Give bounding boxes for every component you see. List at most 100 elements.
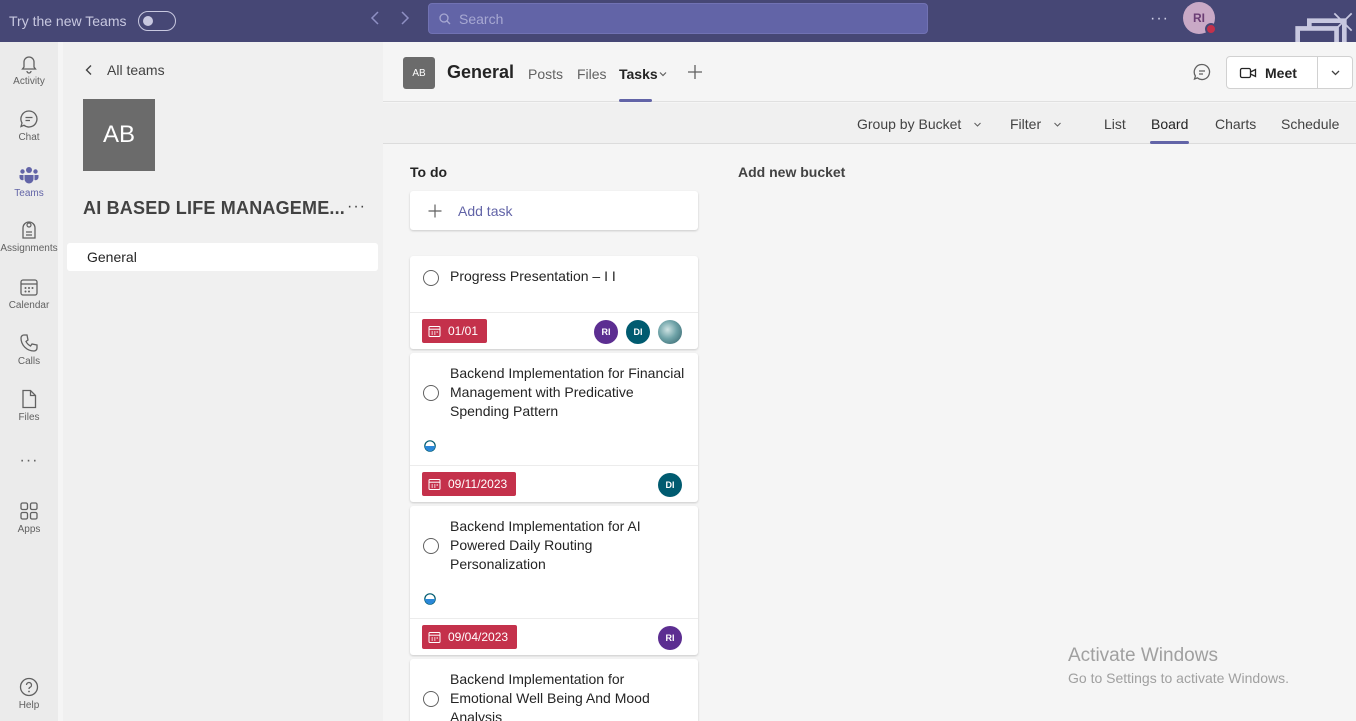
- rail-assignments-label: Assignments: [0, 243, 58, 254]
- view-list[interactable]: List: [1104, 116, 1126, 132]
- filter-dropdown[interactable]: Filter: [1010, 116, 1062, 132]
- assignee-avatar[interactable]: DI: [626, 320, 650, 344]
- due-date-badge: 09/11/2023: [422, 472, 517, 496]
- task-card-footer: 09/04/2023 RI: [410, 618, 698, 655]
- in-progress-icon: [424, 440, 436, 452]
- due-date-badge: 09/04/2023: [422, 625, 518, 649]
- meet-button[interactable]: Meet: [1227, 57, 1319, 88]
- try-new-teams-label: Try the new Teams: [9, 13, 127, 29]
- rail-calendar[interactable]: Calendar: [0, 276, 58, 311]
- bell-icon: [21, 56, 37, 74]
- complete-task-checkbox[interactable]: [423, 538, 439, 554]
- profile-initials: RI: [1193, 11, 1205, 25]
- meet-dropdown-button[interactable]: [1318, 57, 1352, 88]
- search-input[interactable]: Search: [428, 3, 928, 34]
- task-card-footer: 09/11/2023 DI: [410, 465, 698, 502]
- file-icon: [22, 389, 37, 409]
- calendar-icon: [20, 279, 38, 296]
- bucket-title: To do: [410, 164, 448, 180]
- profile-avatar[interactable]: RI: [1183, 2, 1217, 35]
- add-task-label: Add task: [458, 202, 513, 219]
- search-icon: [439, 12, 451, 24]
- assignee-avatar[interactable]: RI: [658, 626, 682, 650]
- task-title: Backend Implementation for AI Powered Da…: [450, 518, 641, 572]
- task-card[interactable]: Progress Presentation – I I 01/01 RI DI: [410, 256, 698, 349]
- rail-files-label: Files: [18, 412, 40, 423]
- rail-calls[interactable]: Calls: [0, 332, 58, 367]
- rail-help[interactable]: Help: [0, 676, 58, 711]
- channel-label: General: [87, 249, 137, 265]
- view-board[interactable]: Board: [1151, 116, 1188, 132]
- team-avatar: AB: [83, 99, 155, 171]
- rail-files[interactable]: Files: [0, 388, 58, 423]
- chevron-left-icon: [85, 65, 92, 75]
- rail-activity[interactable]: Activity: [0, 52, 58, 87]
- task-title: Backend Implementation for Emotional Wel…: [450, 671, 650, 721]
- forward-arrow-icon[interactable]: [396, 8, 414, 28]
- search-placeholder: Search: [459, 10, 504, 27]
- task-card-footer: 01/01 RI DI: [410, 312, 698, 349]
- chevron-down-icon: [974, 122, 982, 127]
- chevron-down-icon: [1331, 70, 1340, 76]
- settings-more-button[interactable]: ···: [1150, 10, 1169, 28]
- assignee-photo-avatar[interactable]: [658, 320, 682, 344]
- add-task-button[interactable]: Add task: [410, 191, 698, 230]
- watermark-subtitle: Go to Settings to activate Windows.: [1068, 670, 1289, 686]
- all-teams-link[interactable]: All teams: [83, 62, 165, 78]
- add-tab-icon[interactable]: [686, 63, 704, 81]
- task-card[interactable]: Backend Implementation for Emotional Wel…: [410, 659, 698, 721]
- task-card[interactable]: Backend Implementation for Financial Man…: [410, 353, 698, 502]
- complete-task-checkbox[interactable]: [423, 270, 439, 286]
- task-title: Backend Implementation for Financial Man…: [450, 365, 685, 419]
- new-teams-toggle[interactable]: [137, 11, 176, 31]
- group-by-label: Group by Bucket: [857, 116, 962, 132]
- rail-apps[interactable]: Apps: [0, 500, 58, 535]
- due-date-badge: 01/01: [422, 319, 488, 343]
- assignee-avatar[interactable]: DI: [658, 473, 682, 497]
- board-toolbar: Group by Bucket Filter List Board Charts…: [383, 103, 1356, 144]
- add-new-bucket-button[interactable]: Add new bucket: [738, 164, 845, 180]
- tab-tasks[interactable]: Tasks: [619, 66, 658, 82]
- complete-task-checkbox[interactable]: [423, 385, 439, 401]
- app-rail: Activity Chat Teams Assignments Calendar…: [0, 42, 58, 721]
- in-progress-icon: [424, 593, 436, 605]
- tab-files[interactable]: Files: [577, 66, 607, 82]
- due-date: 01/01: [448, 324, 479, 338]
- team-more-options-button[interactable]: ···: [347, 198, 366, 216]
- conversation-icon[interactable]: [1192, 62, 1212, 82]
- rail-activity-label: Activity: [13, 76, 45, 87]
- rail-teams-label: Teams: [14, 188, 44, 199]
- due-date: 09/11/2023: [448, 477, 508, 491]
- chevron-down-icon[interactable]: [658, 69, 668, 79]
- channel-item-general[interactable]: General: [67, 243, 378, 271]
- tab-posts[interactable]: Posts: [528, 66, 563, 82]
- rail-apps-label: Apps: [17, 524, 41, 535]
- rail-assignments[interactable]: Assignments: [0, 219, 58, 254]
- view-schedule[interactable]: Schedule: [1281, 116, 1339, 132]
- rail-chat[interactable]: Chat: [0, 108, 58, 143]
- rail-calendar-label: Calendar: [8, 300, 50, 311]
- close-icon[interactable]: [1330, 9, 1356, 35]
- back-arrow-icon[interactable]: [366, 8, 384, 28]
- rail-calls-label: Calls: [17, 356, 41, 367]
- task-title: Progress Presentation – I I: [450, 268, 616, 284]
- task-card[interactable]: Backend Implementation for AI Powered Da…: [410, 506, 698, 655]
- calendar-icon: [428, 478, 441, 490]
- calendar-icon: [428, 325, 441, 337]
- team-name: AI BASED LIFE MANAGEME...: [83, 198, 346, 218]
- meet-label: Meet: [1265, 64, 1297, 81]
- history-nav: [366, 8, 414, 28]
- rail-more-apps[interactable]: ···: [0, 452, 58, 470]
- chevron-down-icon: [1054, 122, 1062, 127]
- rail-teams[interactable]: Teams: [0, 164, 58, 199]
- activate-windows-watermark: Activate Windows Go to Settings to activ…: [1068, 645, 1289, 686]
- rail-help-label: Help: [18, 700, 40, 711]
- presence-indicator: [1205, 23, 1217, 35]
- watermark-title: Activate Windows: [1068, 645, 1218, 666]
- more-apps-dots: ···: [19, 452, 39, 469]
- complete-task-checkbox[interactable]: [423, 691, 439, 707]
- group-by-dropdown[interactable]: Group by Bucket: [857, 116, 982, 132]
- active-tab-indicator: [619, 99, 652, 102]
- assignee-avatar[interactable]: RI: [594, 320, 618, 344]
- view-charts[interactable]: Charts: [1215, 116, 1256, 132]
